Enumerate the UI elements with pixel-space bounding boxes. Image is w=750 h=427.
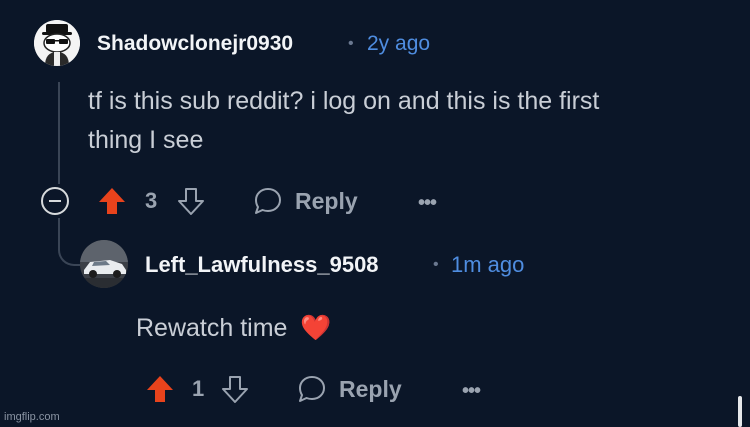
comment-body-line: tf is this sub reddit? i log on and this… <box>88 87 600 115</box>
upvote-icon <box>147 376 173 402</box>
reply-label: Reply <box>295 187 358 214</box>
reply-icon <box>255 188 281 214</box>
vote-count: 3 <box>145 188 158 213</box>
reply-button[interactable]: Reply <box>253 186 358 216</box>
user-avatar[interactable] <box>34 20 80 66</box>
downvote-icon <box>222 376 248 403</box>
more-options-button[interactable]: ••• <box>462 380 481 403</box>
comment-body: Rewatch time ❤️ <box>136 309 332 348</box>
meta-separator: • <box>348 35 354 52</box>
vote-count: 1 <box>192 376 205 401</box>
comment-author[interactable]: Left_Lawfulness_9508 <box>145 252 379 278</box>
downvote-icon <box>178 188 204 215</box>
thread-line-child-connector <box>58 232 80 266</box>
more-options-button[interactable]: ••• <box>418 192 437 215</box>
user-avatar[interactable] <box>80 240 128 288</box>
comment-timestamp[interactable]: 1m ago <box>451 252 524 278</box>
heart-emoji: ❤️ <box>300 314 332 342</box>
downvote-button[interactable] <box>176 186 206 216</box>
comment-body-text: Rewatch time <box>136 314 288 342</box>
meta-separator: • <box>433 256 439 273</box>
scrollbar[interactable] <box>738 396 742 427</box>
snoo-avatar-icon <box>34 20 80 66</box>
comment-body-line: thing I see <box>88 126 204 154</box>
car-avatar-icon <box>80 240 128 288</box>
comment-body: tf is this sub reddit? i log on and this… <box>88 82 728 160</box>
upvote-button[interactable] <box>145 374 175 404</box>
collapse-icon <box>41 187 69 215</box>
comment-timestamp[interactable]: 2y ago <box>367 32 430 56</box>
reply-button[interactable]: Reply <box>297 374 402 404</box>
collapse-thread-button[interactable] <box>40 186 70 216</box>
comment-author[interactable]: Shadowclonejr0930 <box>97 32 293 56</box>
upvote-icon <box>99 188 125 214</box>
upvote-button[interactable] <box>97 186 127 216</box>
thread-line-main <box>58 82 60 184</box>
downvote-button[interactable] <box>220 374 250 404</box>
reply-label: Reply <box>339 375 402 402</box>
reply-icon <box>299 376 325 402</box>
imgflip-watermark: imgflip.com <box>4 411 60 423</box>
